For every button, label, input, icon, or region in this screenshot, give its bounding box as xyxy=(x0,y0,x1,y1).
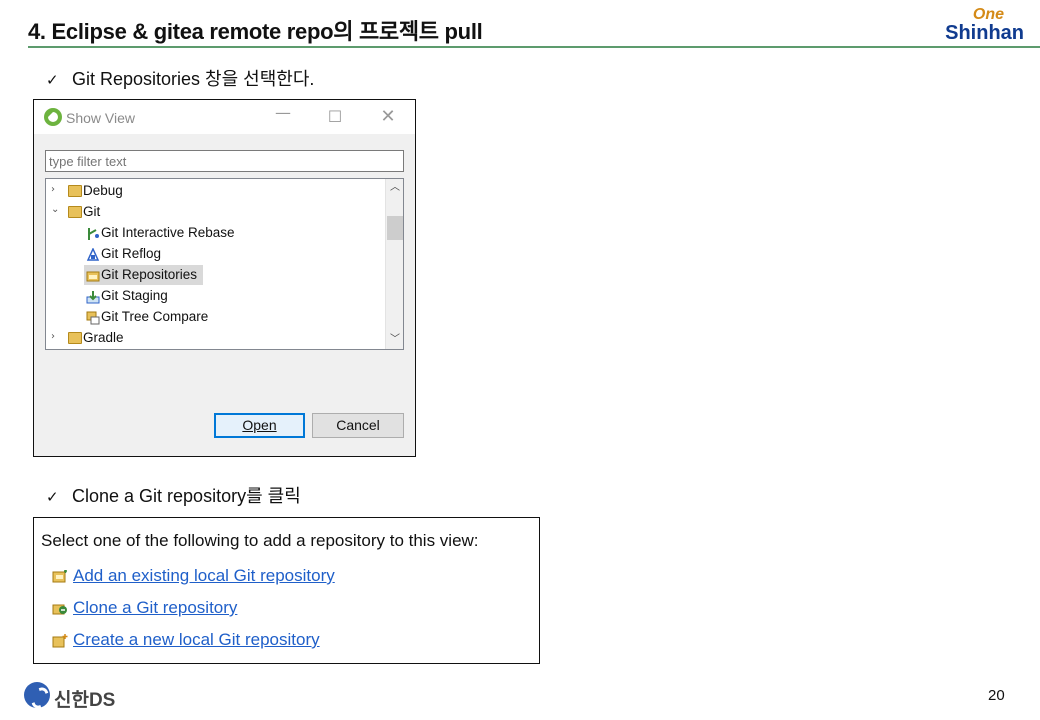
checkmark-icon: ✓ xyxy=(46,71,59,89)
vertical-scrollbar[interactable]: ︿ ﹀ xyxy=(385,179,403,349)
close-icon[interactable]: ✕ xyxy=(377,106,399,128)
slide-title: 4. Eclipse & gitea remote repo의 프로젝트 pul… xyxy=(28,19,483,44)
tree-item-label: Git xyxy=(83,204,101,219)
dialog-title: Show View xyxy=(66,110,136,126)
tree-item-git[interactable]: ⌄ Git xyxy=(46,202,386,223)
chevron-right-icon[interactable]: › xyxy=(51,331,63,342)
show-view-dialog: Show View — ☐ ✕ › Debug ⌄ Git Git Intera… xyxy=(33,99,416,457)
instruction-text-1: Git Repositories 창을 선택한다. xyxy=(72,69,315,89)
tree-item-label: Git Staging xyxy=(101,288,168,303)
git-staging-icon xyxy=(86,290,100,304)
git-repositories-icon xyxy=(86,269,100,282)
link-label[interactable]: Create a new local Git repository xyxy=(73,630,320,650)
scroll-thumb[interactable] xyxy=(387,216,403,240)
filter-input[interactable] xyxy=(45,150,404,172)
page-number: 20 xyxy=(988,687,1005,704)
tree-item-label: Debug xyxy=(83,183,123,198)
tree-item-debug[interactable]: › Debug xyxy=(46,181,386,202)
folder-icon xyxy=(68,185,82,197)
clone-repo-icon xyxy=(52,601,68,615)
shinhan-logo-icon xyxy=(24,682,50,708)
instruction-bullet-1: ✓ Git Repositories 창을 선택한다. xyxy=(46,65,314,91)
tree-item-label: Git Repositories xyxy=(101,267,198,282)
folder-icon xyxy=(68,206,82,218)
tree-item-git-tree-compare[interactable]: Git Tree Compare xyxy=(46,307,386,328)
git-reflog-icon xyxy=(86,247,100,261)
view-tree: › Debug ⌄ Git Git Interactive Rebase Git… xyxy=(45,178,404,350)
instruction-text-2: Clone a Git repository를 클릭 xyxy=(72,486,301,506)
git-repositories-panel: Select one of the following to add a rep… xyxy=(33,517,540,664)
panel-intro-text: Select one of the following to add a rep… xyxy=(41,531,479,550)
tree-item-git-staging[interactable]: Git Staging xyxy=(46,286,386,307)
chevron-down-icon[interactable]: ﹀ xyxy=(386,331,403,349)
maximize-icon[interactable]: ☐ xyxy=(324,106,346,128)
link-label[interactable]: Clone a Git repository xyxy=(73,598,237,618)
tree-item-gradle[interactable]: › Gradle xyxy=(46,328,386,349)
brand-logo-bottom: Shinhan xyxy=(945,22,1024,44)
spring-icon xyxy=(44,108,62,126)
header-divider xyxy=(28,46,1040,48)
link-label[interactable]: Add an existing local Git repository xyxy=(73,566,335,586)
instruction-bullet-2: ✓ Clone a Git repository를 클릭 xyxy=(46,482,301,508)
open-button[interactable]: Open xyxy=(214,413,305,438)
chevron-right-icon[interactable]: › xyxy=(51,184,63,195)
git-tree-compare-icon xyxy=(86,311,100,325)
tree-item-label: Git Interactive Rebase xyxy=(101,225,235,240)
chevron-up-icon[interactable]: ︿ xyxy=(386,179,403,197)
tree-item-git-repositories[interactable]: Git Repositories xyxy=(46,265,386,286)
tree-item-label: Git Tree Compare xyxy=(101,309,209,324)
add-existing-repo-icon xyxy=(52,569,68,583)
create-repo-icon xyxy=(52,633,68,648)
minimize-icon[interactable]: — xyxy=(272,102,294,124)
tree-item-label: Git Reflog xyxy=(101,246,162,261)
tree-item-git-interactive-rebase[interactable]: Git Interactive Rebase xyxy=(46,223,386,244)
folder-icon xyxy=(68,332,82,344)
tree-item-git-reflog[interactable]: Git Reflog xyxy=(46,244,386,265)
tree-item-label: Gradle xyxy=(83,330,124,345)
brand-logo: One Shinhan xyxy=(936,4,1026,46)
cancel-button[interactable]: Cancel xyxy=(312,413,404,438)
chevron-down-icon[interactable]: ⌄ xyxy=(51,204,63,215)
git-rebase-icon xyxy=(86,227,100,240)
checkmark-icon: ✓ xyxy=(46,488,59,506)
company-logo-text: 신한DS xyxy=(54,690,116,711)
dialog-titlebar: Show View — ☐ ✕ xyxy=(34,100,415,134)
